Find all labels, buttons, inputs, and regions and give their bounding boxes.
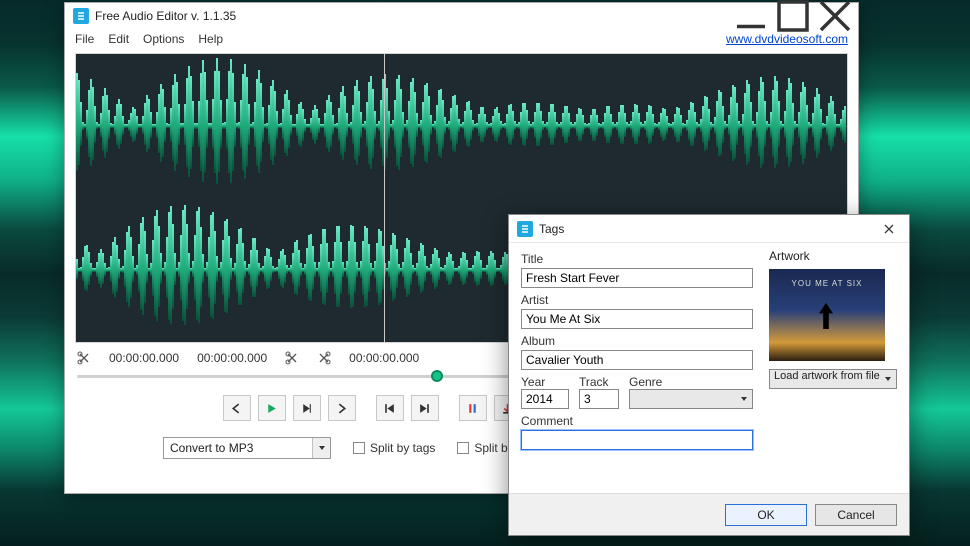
maximize-button[interactable] <box>772 3 814 29</box>
dialog-title: Tags <box>539 222 871 236</box>
year-field[interactable] <box>521 389 569 409</box>
split-tags-label: Split by tags <box>370 441 435 455</box>
genre-label: Genre <box>629 375 753 389</box>
comment-label: Comment <box>521 414 753 428</box>
year-label: Year <box>521 375 569 389</box>
comment-field[interactable] <box>521 430 753 450</box>
artwork-text: YOU ME AT SIX <box>769 279 885 288</box>
play-button[interactable] <box>258 395 286 421</box>
play-selection-button[interactable] <box>293 395 321 421</box>
step-forward-button[interactable] <box>328 395 356 421</box>
genre-select[interactable] <box>629 389 753 409</box>
app-icon <box>73 8 89 24</box>
menu-edit[interactable]: Edit <box>108 32 129 46</box>
window-title: Free Audio Editor v. 1.1.35 <box>95 9 236 23</box>
ok-button[interactable]: OK <box>725 504 807 526</box>
minimize-button[interactable] <box>730 3 772 29</box>
artist-label: Artist <box>521 293 753 307</box>
cursor-time: 00:00:00.000 <box>349 351 419 365</box>
track-label: Track <box>579 375 619 389</box>
chevron-down-icon <box>736 390 752 408</box>
artist-field[interactable] <box>521 309 753 329</box>
scissors-icon <box>77 351 91 365</box>
title-field[interactable] <box>521 268 753 288</box>
album-label: Album <box>521 334 753 348</box>
scissors-left-icon <box>285 351 299 365</box>
load-artwork-select[interactable]: Load artwork from file... <box>769 369 897 389</box>
convert-format-label: Convert to MP3 <box>164 441 312 455</box>
website-link[interactable]: www.dvdvideosoft.com <box>726 32 848 46</box>
track-field[interactable] <box>579 389 619 409</box>
menu-help[interactable]: Help <box>198 32 223 46</box>
dialog-titlebar: Tags <box>509 215 909 243</box>
title-label: Title <box>521 252 753 266</box>
artwork-preview[interactable]: YOU ME AT SIX <box>769 269 885 361</box>
menu-file[interactable]: File <box>75 32 94 46</box>
checkbox-icon <box>457 442 469 454</box>
dialog-footer: OK Cancel <box>509 493 909 535</box>
checkbox-icon <box>353 442 365 454</box>
album-field[interactable] <box>521 350 753 370</box>
selection-end-time: 00:00:00.000 <box>197 351 267 365</box>
dialog-app-icon <box>517 221 533 237</box>
slider-thumb[interactable] <box>431 370 443 382</box>
scissors-right-icon <box>317 351 331 365</box>
step-back-button[interactable] <box>223 395 251 421</box>
playhead-cursor[interactable] <box>384 54 385 342</box>
dialog-close-button[interactable] <box>871 215 907 243</box>
titlebar: Free Audio Editor v. 1.1.35 <box>65 3 858 29</box>
cancel-button[interactable]: Cancel <box>815 504 897 526</box>
genre-value <box>630 390 736 408</box>
tags-dialog: Tags Title Artist Album Year Track Genre <box>508 214 910 536</box>
artwork-label: Artwork <box>769 249 897 263</box>
split-by-tags-checkbox[interactable]: Split by tags <box>353 441 435 455</box>
close-button[interactable] <box>814 3 856 29</box>
convert-format-select[interactable]: Convert to MP3 <box>163 437 331 459</box>
skip-end-button[interactable] <box>411 395 439 421</box>
skip-start-button[interactable] <box>376 395 404 421</box>
load-artwork-label: Load artwork from file... <box>770 370 880 388</box>
chevron-down-icon <box>312 438 330 458</box>
pause-button[interactable] <box>459 395 487 421</box>
menu-options[interactable]: Options <box>143 32 184 46</box>
selection-start-time: 00:00:00.000 <box>109 351 179 365</box>
chevron-down-icon <box>880 370 896 388</box>
menubar: File Edit Options Help www.dvdvideosoft.… <box>65 29 858 49</box>
